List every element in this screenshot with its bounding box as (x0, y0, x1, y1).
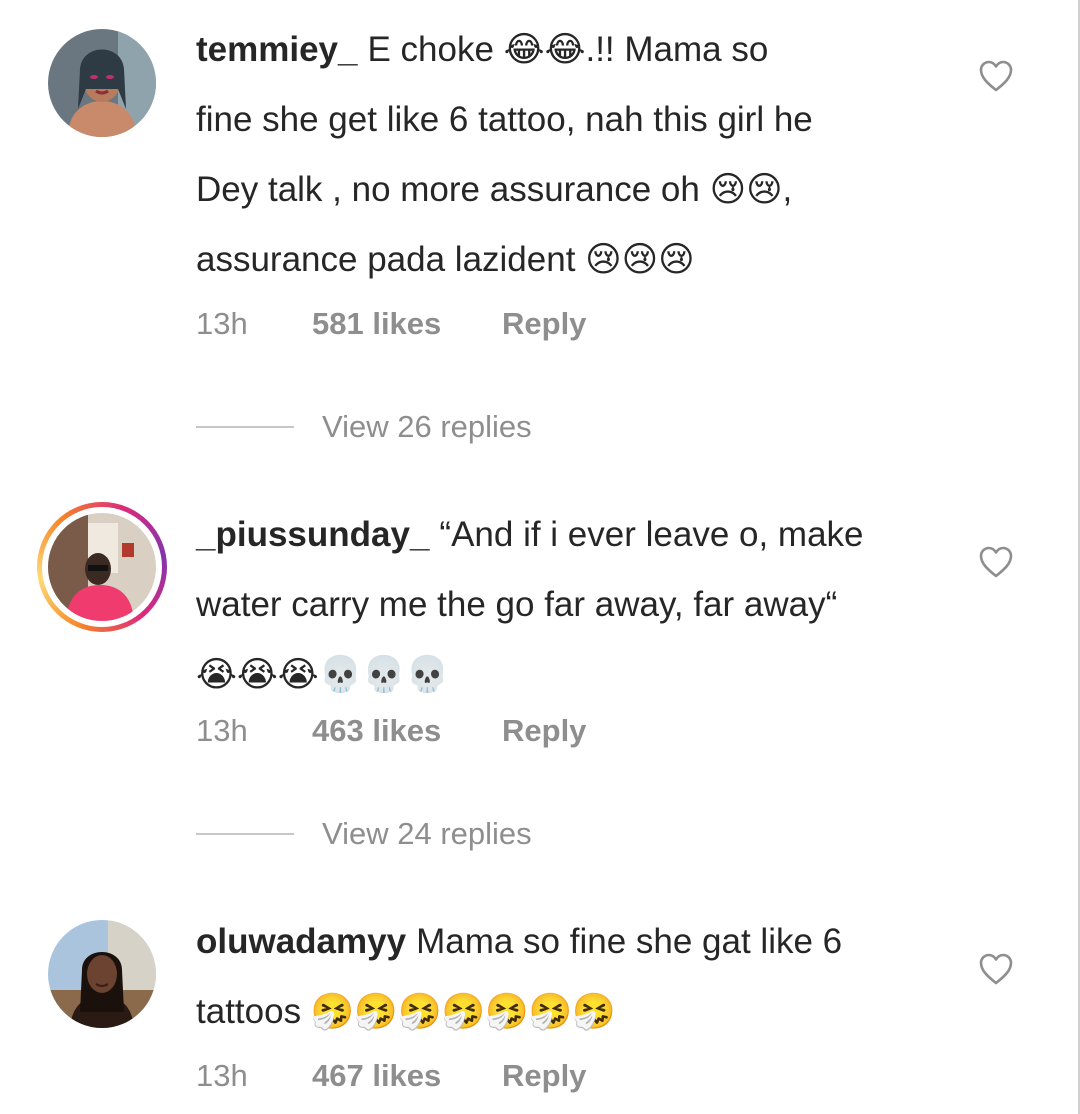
comment-meta: 13h 467 likes Reply (196, 1056, 586, 1096)
story-ring[interactable] (37, 502, 167, 632)
comment-timestamp: 13h (196, 306, 248, 341)
comment-text: oluwadamyy Mama so fine she gat like 6 ta… (196, 907, 916, 1047)
view-replies-button[interactable]: View 26 replies (196, 407, 532, 447)
heart-outline-icon[interactable] (978, 59, 1014, 93)
comment-line: tattoos 🤧🤧🤧🤧🤧🤧🤧 (196, 992, 616, 1031)
heart-outline-icon[interactable] (978, 545, 1014, 579)
reply-button[interactable]: Reply (502, 306, 586, 342)
likes-count[interactable]: 581 likes (312, 306, 502, 342)
reply-button[interactable]: Reply (502, 713, 586, 749)
comment-line: Dey talk , no more assurance oh 😢😢, (196, 170, 793, 209)
comment-username[interactable]: oluwadamyy (196, 922, 406, 961)
view-replies-button[interactable]: View 24 replies (196, 814, 532, 854)
heart-outline-icon[interactable] (978, 952, 1014, 986)
comment-meta: 13h 463 likes Reply (196, 711, 586, 751)
comment-timestamp: 13h (196, 713, 248, 748)
comment-text: _piussunday_ “And if i ever leave o, make… (196, 500, 916, 710)
comment-line: _piussunday_ “And if i ever leave o, make (196, 500, 916, 570)
avatar[interactable] (48, 29, 156, 137)
comment-meta: 13h 581 likes Reply (196, 304, 586, 344)
comment-line-text: “And if i ever leave o, make (439, 515, 864, 554)
comment-line-text: E choke 😂😂.!! Mama so (367, 30, 769, 69)
reply-button[interactable]: Reply (502, 1058, 586, 1094)
divider-line (196, 833, 294, 835)
avatar[interactable] (48, 513, 156, 621)
comment-line: temmiey_ E choke 😂😂.!! Mama so (196, 15, 916, 85)
comment-timestamp: 13h (196, 1058, 248, 1093)
comment-line: 😭😭😭💀💀💀 (196, 655, 450, 694)
likes-count[interactable]: 463 likes (312, 713, 502, 749)
likes-count[interactable]: 467 likes (312, 1058, 502, 1094)
view-replies-label: View 24 replies (322, 816, 532, 851)
comment-line: oluwadamyy Mama so fine she gat like 6 (196, 907, 916, 977)
divider-line (196, 426, 294, 428)
comment-line-text: Mama so fine she gat like 6 (416, 922, 843, 961)
comment-line: fine she get like 6 tattoo, nah this gir… (196, 100, 813, 139)
comment-username[interactable]: temmiey_ (196, 30, 357, 69)
avatar[interactable] (48, 920, 156, 1028)
comment-line: assurance pada lazident 😢😢😢 (196, 240, 695, 279)
comment-username[interactable]: _piussunday_ (196, 515, 429, 554)
view-replies-label: View 26 replies (322, 409, 532, 444)
comment-text: temmiey_ E choke 😂😂.!! Mama so fine she g… (196, 15, 916, 295)
comment-line: water carry me the go far away, far away… (196, 585, 838, 624)
